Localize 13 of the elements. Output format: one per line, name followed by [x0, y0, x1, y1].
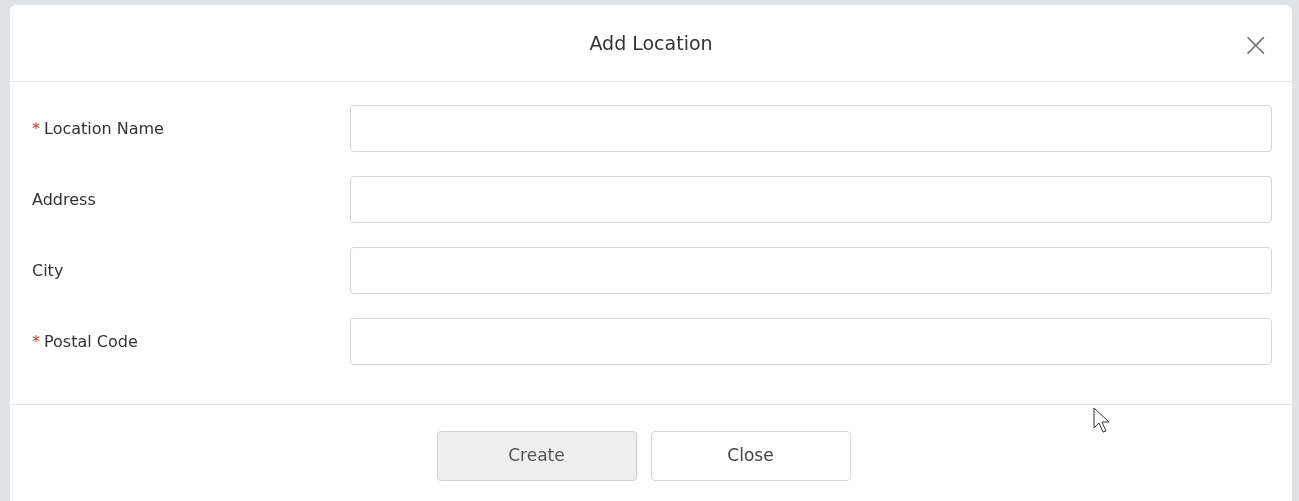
input-field[interactable]: [350, 318, 1272, 365]
field-label: Location Name: [44, 117, 164, 140]
field-label: Postal Code: [44, 330, 138, 353]
input-field[interactable]: [350, 176, 1272, 223]
dialog-title: Add Location: [589, 30, 713, 56]
input-field[interactable]: [350, 247, 1272, 294]
close-button[interactable]: Close: [650, 431, 851, 481]
mouse-pointer-icon: [1093, 407, 1111, 434]
input-field[interactable]: [350, 105, 1272, 152]
required-mark: *: [32, 330, 40, 353]
field-label: Address: [32, 188, 96, 211]
field-label: City: [32, 259, 64, 282]
required-mark: *: [32, 117, 40, 140]
